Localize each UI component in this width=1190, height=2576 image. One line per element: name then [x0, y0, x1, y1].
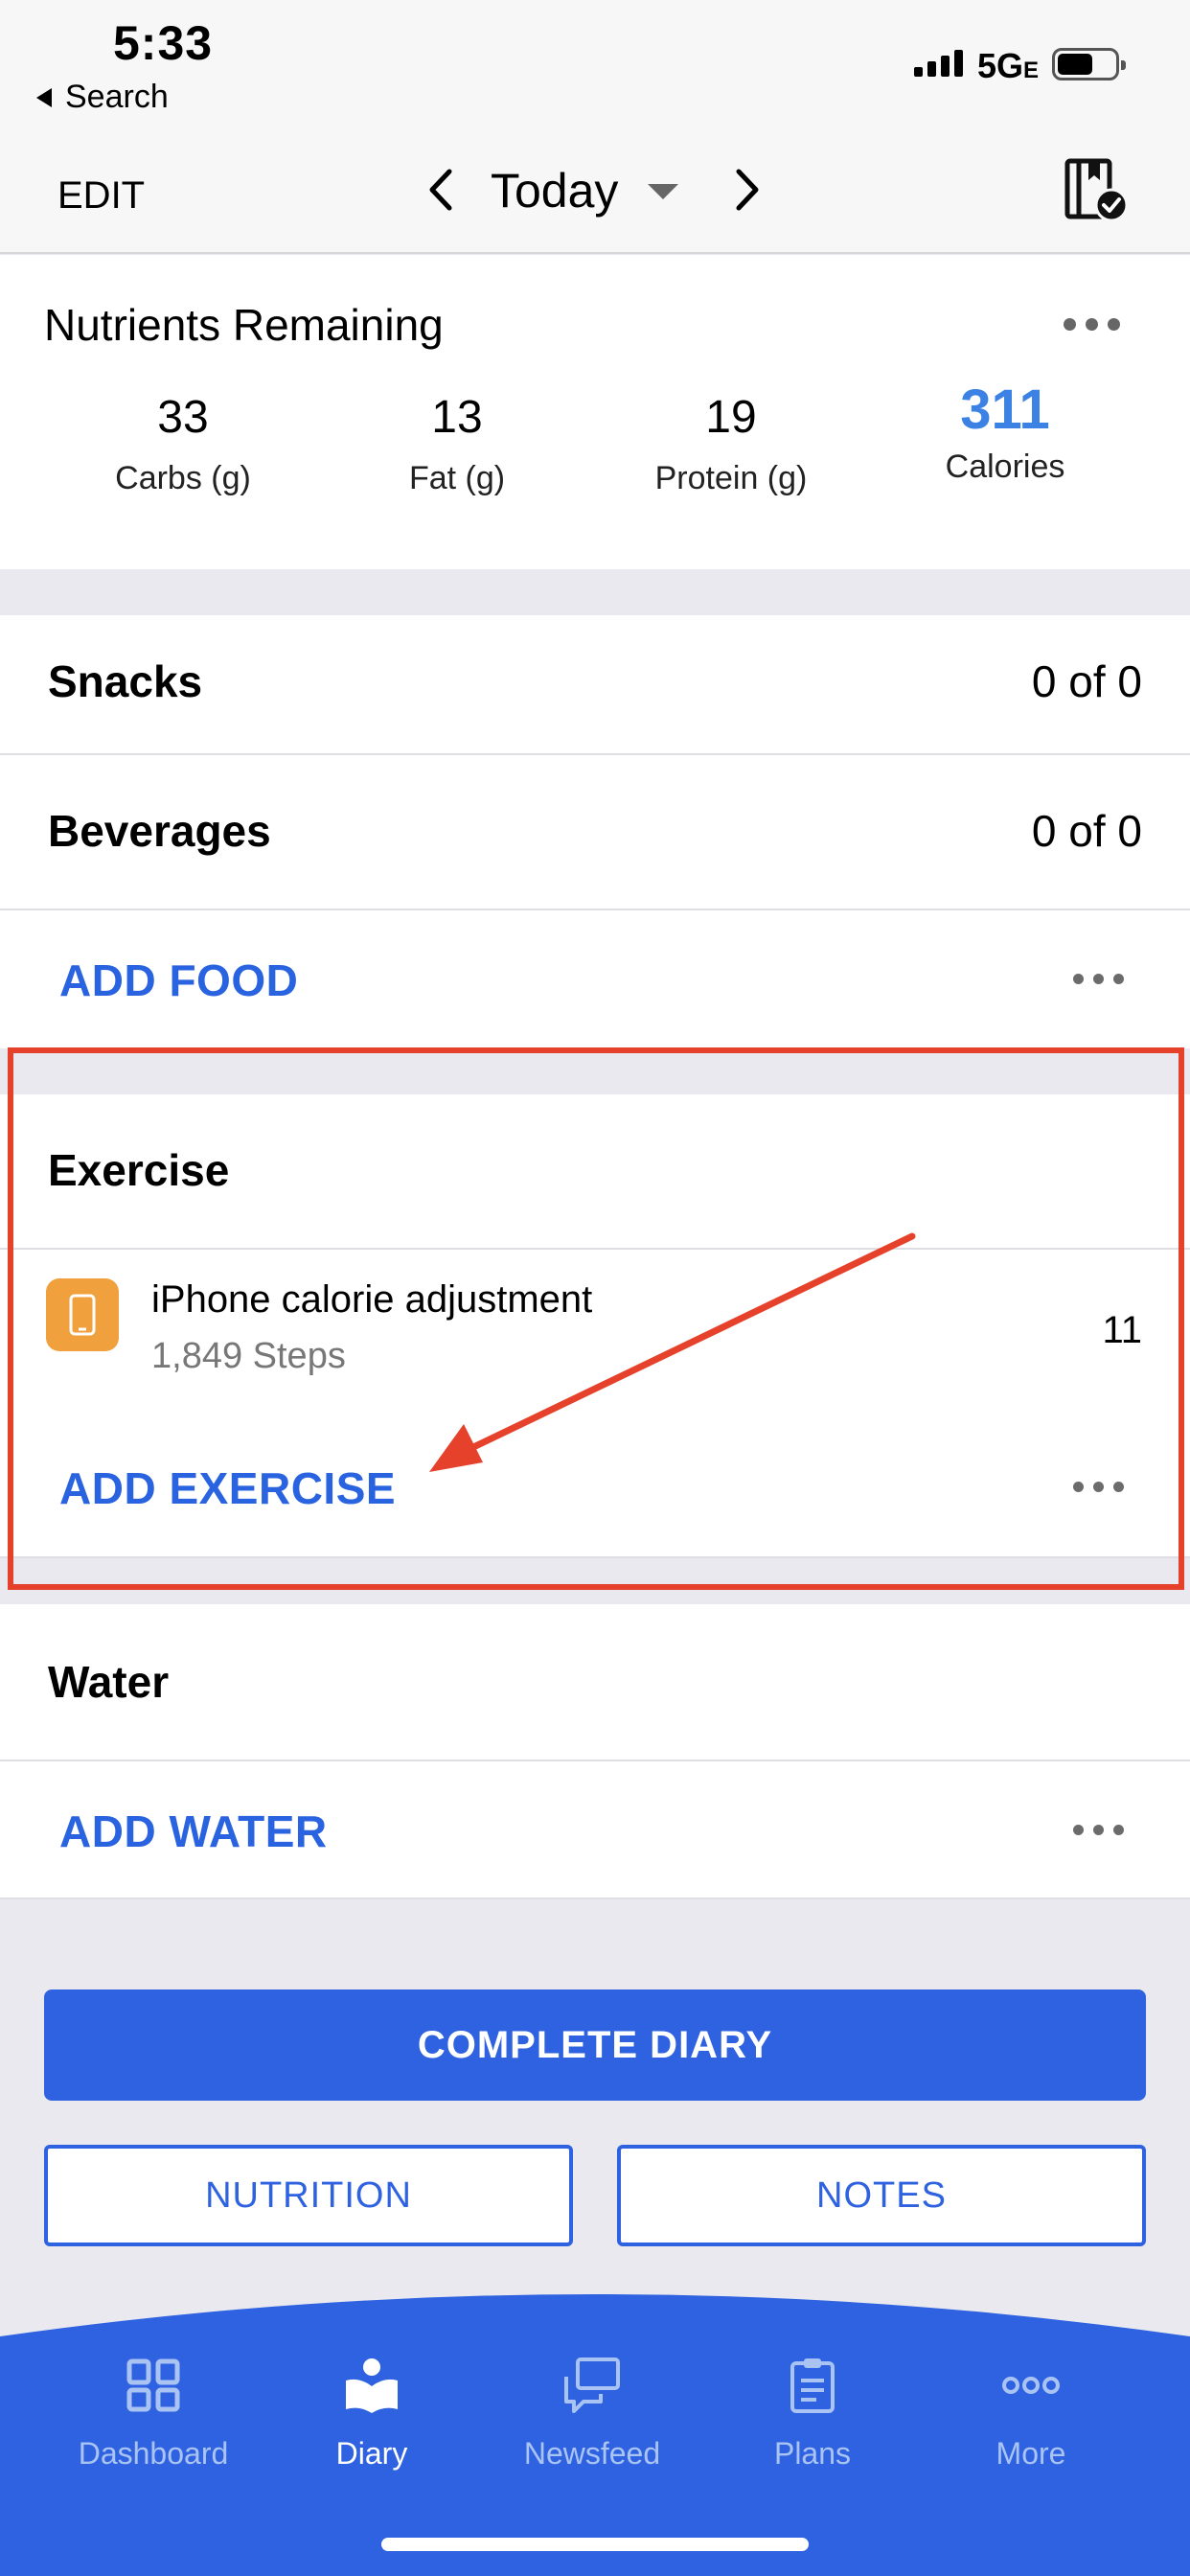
tab-label: Dashboard	[78, 2436, 229, 2471]
add-food-button[interactable]: ADD FOOD	[59, 954, 298, 1006]
tab-diary[interactable]: Diary	[266, 2356, 477, 2472]
nutrient-value: 13	[431, 392, 483, 443]
calories-value: 311	[960, 379, 1050, 441]
add-water-button[interactable]: ADD WATER	[59, 1806, 328, 1857]
nav-bar: EDIT Today	[0, 134, 1190, 254]
tab-plans[interactable]: Plans	[707, 2356, 918, 2472]
meal-row-snacks[interactable]: Snacks 0 of 0	[0, 615, 1190, 755]
nutrient-value: 33	[157, 392, 209, 443]
battery-icon	[1052, 48, 1126, 80]
clipboard-icon	[790, 2358, 835, 2413]
notes-button[interactable]: NOTES	[617, 2145, 1146, 2246]
meal-row-beverages[interactable]: Beverages 0 of 0	[0, 755, 1190, 910]
water-title: Water	[48, 1657, 170, 1707]
status-bar: 5:33 Search 5GE	[0, 0, 1190, 134]
meal-calories: 0 of 0	[1031, 656, 1142, 706]
add-water-row: ADD WATER	[0, 1761, 1190, 1899]
nutrients-title: Nutrients Remaining	[44, 300, 444, 350]
annotation-highlight-box	[8, 1047, 1184, 1590]
status-time: 5:33	[113, 16, 214, 70]
nutrient-calories: 311 Calories	[868, 381, 1142, 486]
more-dots-icon	[1002, 2377, 1060, 2394]
nutrient-label: Carbs (g)	[115, 460, 251, 496]
diary-book-icon	[346, 2358, 398, 2413]
add-food-row: ADD FOOD	[0, 910, 1190, 1048]
tab-more[interactable]: More	[926, 2356, 1136, 2472]
meal-title: Beverages	[48, 806, 271, 856]
complete-diary-button[interactable]: COMPLETE DIARY	[44, 1990, 1146, 2101]
nutrient-value: 19	[705, 392, 757, 443]
nutrients-remaining-panel: Nutrients Remaining 33 Carbs (g) 13 Fat …	[0, 255, 1190, 569]
add-water-more-icon[interactable]	[1073, 1825, 1124, 1835]
tab-label: More	[995, 2436, 1066, 2471]
newsfeed-chat-icon	[564, 2358, 620, 2413]
date-selector[interactable]: Today	[491, 163, 618, 218]
nutrition-button[interactable]: NUTRITION	[44, 2145, 573, 2246]
previous-day-button[interactable]	[412, 161, 469, 218]
add-food-more-icon[interactable]	[1073, 974, 1124, 984]
meal-title: Snacks	[48, 656, 203, 706]
tab-label: Diary	[335, 2436, 408, 2471]
tab-dashboard[interactable]: Dashboard	[48, 2356, 259, 2472]
back-label: Search	[65, 79, 169, 115]
chevron-right-icon	[736, 169, 759, 211]
signal-icon	[914, 50, 963, 77]
back-to-search-link[interactable]: Search	[36, 79, 169, 116]
home-indicator[interactable]	[381, 2538, 809, 2551]
nutrient-carbs: 33 Carbs (g)	[46, 389, 320, 497]
nutrient-protein: 19 Protein (g)	[594, 389, 868, 497]
water-header: Water	[0, 1604, 1190, 1761]
edit-button[interactable]: EDIT	[57, 174, 145, 218]
tab-newsfeed[interactable]: Newsfeed	[487, 2356, 698, 2472]
back-arrow-icon	[36, 87, 52, 107]
network-suffix: E	[1023, 58, 1040, 83]
meal-calories: 0 of 0	[1031, 806, 1142, 856]
chevron-left-icon	[429, 169, 452, 211]
nutrient-label: Fat (g)	[408, 460, 506, 496]
dashboard-icon	[126, 2358, 180, 2412]
nutrient-fat: 13 Fat (g)	[320, 389, 594, 497]
tab-label: Plans	[773, 2436, 852, 2471]
nutrients-more-icon[interactable]	[1064, 318, 1120, 331]
tab-label: Newsfeed	[523, 2436, 661, 2471]
nutrient-label: Protein (g)	[654, 460, 808, 496]
network-label: 5G	[977, 46, 1024, 85]
diary-complete-icon[interactable]	[1064, 157, 1129, 224]
caret-down-icon[interactable]	[648, 184, 678, 199]
nutrient-label: Calories	[945, 448, 1065, 485]
network-type: 5GE	[977, 46, 1039, 86]
next-day-button[interactable]	[719, 161, 776, 218]
